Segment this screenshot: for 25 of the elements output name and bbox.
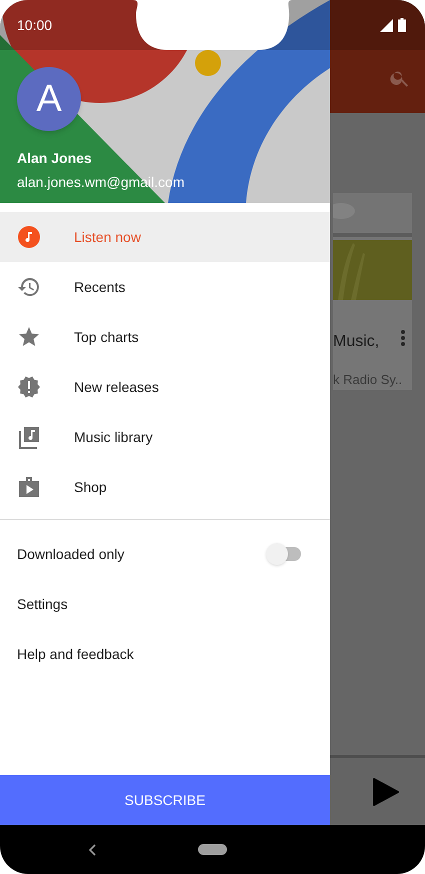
menu-link[interactable]: Settings [17,594,68,614]
toggle-switch[interactable] [266,543,303,565]
menu-link[interactable]: Help and feedback [17,644,134,664]
signal-icon [380,18,393,32]
subscribe-button[interactable]: SUBSCRIBE [0,775,330,825]
toggle-label: Downloaded only [17,544,124,564]
history-icon [17,275,41,299]
album-title: Music, [333,332,380,352]
status-time: 10:00 [17,16,52,34]
alert-badge-icon [17,375,41,399]
back-icon[interactable] [88,844,96,856]
drawer-menu-item[interactable]: New releases [0,362,330,412]
music-library-icon [17,425,41,449]
play-icon[interactable] [373,776,399,806]
shopping-bag-icon [17,475,41,499]
more-icon[interactable] [400,330,406,346]
drawer-menu-item[interactable]: Top charts [0,312,330,362]
home-button[interactable] [198,844,227,855]
music-note-icon [17,225,41,249]
album-artist: k Radio Sy.. [333,371,404,389]
battery-icon [398,18,406,32]
drawer-menu-item[interactable]: Music library [0,412,330,462]
drawer-menu-item[interactable]: Shop [0,462,330,512]
drawer-menu-item[interactable]: Recents [0,262,330,312]
account-name: Alan Jones [17,149,93,168]
